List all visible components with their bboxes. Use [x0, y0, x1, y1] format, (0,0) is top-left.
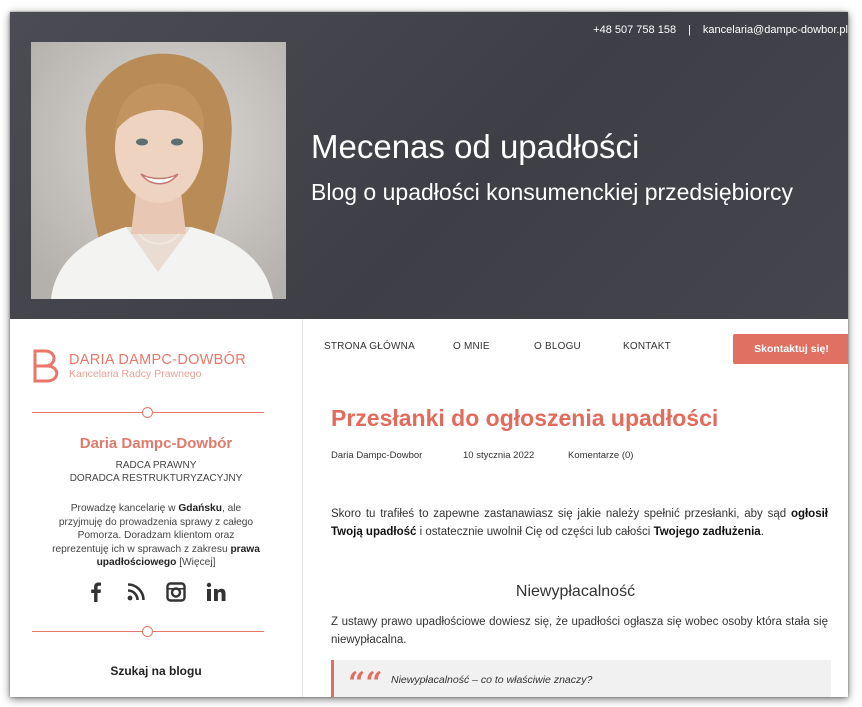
quote-mark-icon: ““	[348, 666, 383, 698]
email-link[interactable]: kancelaria@dampc-dowbor.pl	[703, 24, 848, 36]
social-links	[10, 581, 302, 603]
author-portrait	[31, 42, 286, 299]
instagram-icon[interactable]	[165, 581, 187, 603]
brand-monogram-icon	[33, 349, 59, 383]
paragraph-text: .	[760, 526, 764, 538]
site-title: Mecenas od upadłości	[311, 128, 640, 165]
browser-page: +48 507 758 158 | kancelaria@dampc-dowbor.…	[10, 12, 848, 697]
bio-text: Prowadzę kancelarię w	[70, 503, 179, 514]
search-widget-title: Szukaj na blogu	[110, 664, 202, 678]
blockquote: ““ Niewypłacalność – co to właściwie zna…	[331, 660, 831, 697]
rss-icon[interactable]	[125, 581, 147, 603]
portrait-photo-icon	[31, 42, 286, 299]
contact-cta-button[interactable]: Skontaktuj się!	[733, 334, 848, 364]
post-date: 10 stycznia 2022	[463, 450, 535, 461]
paragraph-text: i ostatecznie uwolnił Cię od części lub …	[416, 526, 654, 538]
linkedin-icon[interactable]	[205, 581, 227, 603]
main-content: STRONA GŁÓWNA O MNIE O BLOGU KONTAKT Sko…	[303, 319, 848, 697]
brand-name: DARIA DAMPC-DOWBÓR	[69, 351, 246, 368]
section-heading: Niewypłacalność	[515, 583, 636, 600]
ornament-divider	[32, 407, 264, 418]
author-bio: Prowadzę kancelarię w Gdańsku, ale przyj…	[48, 502, 264, 570]
sidebar: DARIA DAMPC-DOWBÓR Kancelaria Radcy Praw…	[10, 319, 303, 697]
nav-item-home[interactable]: STRONA GŁÓWNA	[324, 341, 415, 352]
author-role-1: RADCA PRAWNY	[115, 460, 197, 471]
nav-item-about-blog[interactable]: O BLOGU	[534, 341, 581, 352]
nav-item-about-me[interactable]: O MNIE	[453, 341, 490, 352]
facebook-icon[interactable]	[85, 581, 107, 603]
ornament-divider	[32, 626, 264, 637]
author-name: Daria Dampc-Dowbór	[79, 435, 233, 452]
bio-city: Gdańsku	[178, 503, 222, 514]
brand-tagline: Kancelaria Radcy Prawnego	[69, 367, 202, 380]
post-comments-link[interactable]: Komentarze (0)	[568, 450, 633, 461]
author-role-2: DORADCA RESTRUKTURYZACYJNY	[69, 473, 243, 484]
nav-item-contact[interactable]: KONTAKT	[623, 341, 671, 352]
post-title[interactable]: Przesłanki do ogłoszenia upadłości	[331, 405, 718, 432]
site-header: +48 507 758 158 | kancelaria@dampc-dowbor.…	[10, 12, 848, 319]
bio-more-link[interactable]: [Więcej]	[176, 557, 215, 568]
post-paragraph: Z ustawy prawo upadłościowe dowiesz się,…	[331, 616, 828, 646]
top-contact-bar: +48 507 758 158 | kancelaria@dampc-dowbor.…	[593, 24, 848, 36]
brand-logo-link[interactable]: DARIA DAMPC-DOWBÓR Kancelaria Radcy Praw…	[33, 349, 246, 383]
divider-circle-icon	[142, 626, 153, 637]
paragraph-bold-text: Twojego zadłużenia	[653, 526, 761, 538]
paragraph-text: Skoro tu trafiłeś to zapewne zastanawias…	[331, 508, 791, 520]
quote-text: Niewypłacalność – co to właściwie znaczy…	[391, 674, 593, 686]
post-intro-paragraph: Skoro tu trafiłeś to zapewne zastanawias…	[331, 505, 828, 541]
site-subtitle: Blog o upadłości konsumenckiej przedsięb…	[311, 179, 793, 205]
phone-link[interactable]: +48 507 758 158	[593, 24, 676, 36]
topbar-separator: |	[688, 24, 691, 36]
post-author[interactable]: Daria Dampc-Dowbor	[331, 450, 422, 461]
divider-circle-icon	[142, 407, 153, 418]
